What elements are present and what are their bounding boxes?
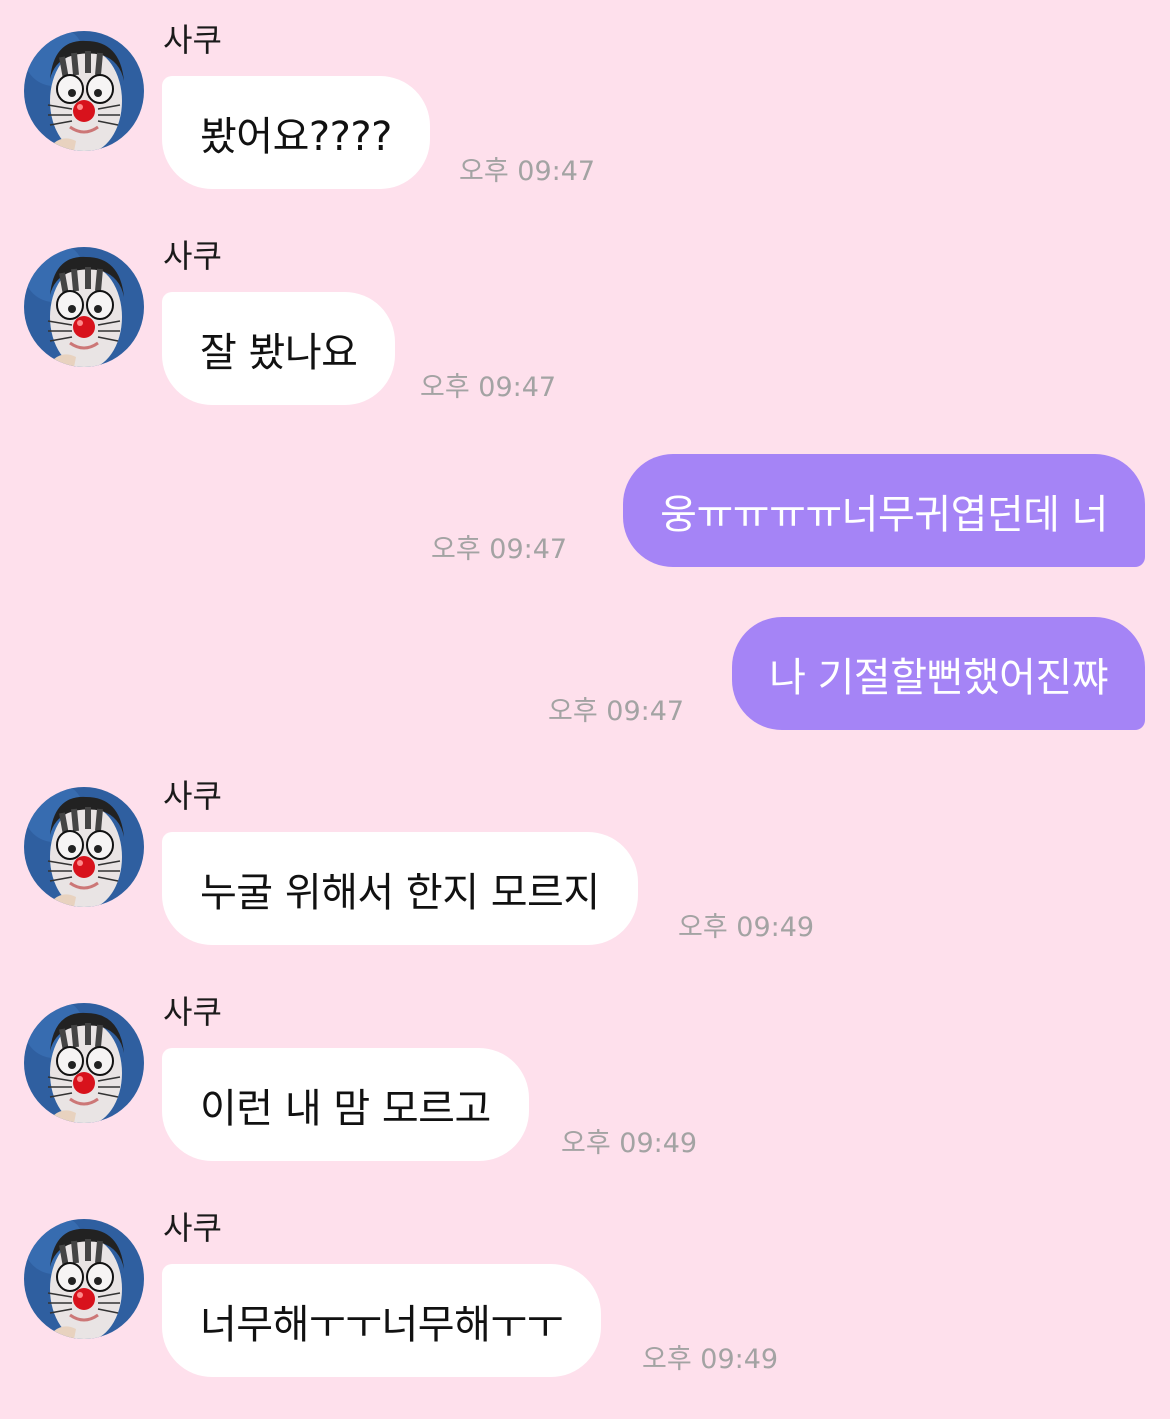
incoming-bubble[interactable]: 봤어요???? — [162, 76, 430, 189]
sender-name: 사쿠 — [163, 1209, 222, 1247]
incoming-bubble[interactable]: 잘 봤나요 — [162, 292, 396, 405]
message-text: 잘 봤나요 — [200, 329, 358, 376]
clown-nose-avatar-icon — [24, 1219, 144, 1339]
sender-name: 사쿠 — [163, 21, 222, 59]
message-time: 오후 09:47 — [420, 372, 557, 403]
message-text: 나 기절할뻔했어진쨔 — [769, 654, 1108, 701]
clown-nose-avatar-icon — [24, 1003, 144, 1123]
message-time: 오후 09:47 — [459, 156, 596, 187]
sender-name: 사쿠 — [163, 993, 222, 1031]
incoming-bubble[interactable]: 누굴 위해서 한지 모르지 — [162, 832, 638, 945]
message-time: 오후 09:47 — [548, 696, 685, 727]
message-time: 오후 09:49 — [561, 1128, 698, 1159]
sender-name: 사쿠 — [163, 237, 222, 275]
message-text: 이런 내 맘 모르고 — [200, 1085, 491, 1132]
message-text: 누굴 위해서 한지 모르지 — [200, 869, 600, 916]
sender-avatar[interactable] — [24, 31, 144, 151]
message-text: 너무해ㅜㅜ너무해ㅜㅜ — [200, 1301, 564, 1348]
message-time: 오후 09:49 — [642, 1344, 779, 1375]
sender-avatar[interactable] — [24, 1219, 144, 1339]
outgoing-bubble[interactable]: 웅ㅠㅠㅠㅠ너무귀엽던데 너 — [623, 454, 1145, 567]
incoming-bubble[interactable]: 이런 내 맘 모르고 — [162, 1048, 529, 1161]
message-text: 봤어요???? — [200, 113, 392, 160]
clown-nose-avatar-icon — [24, 787, 144, 907]
message-time: 오후 09:49 — [678, 912, 815, 943]
outgoing-bubble[interactable]: 나 기절할뻔했어진쨔 — [732, 617, 1145, 730]
message-text: 웅ㅠㅠㅠㅠ너무귀엽던데 너 — [660, 491, 1108, 538]
incoming-bubble[interactable]: 너무해ㅜㅜ너무해ㅜㅜ — [162, 1264, 601, 1377]
clown-nose-avatar-icon — [24, 247, 144, 367]
message-time: 오후 09:47 — [431, 534, 568, 565]
clown-nose-avatar-icon — [24, 31, 144, 151]
sender-avatar[interactable] — [24, 247, 144, 367]
sender-avatar[interactable] — [24, 787, 144, 907]
sender-name: 사쿠 — [163, 777, 222, 815]
sender-avatar[interactable] — [24, 1003, 144, 1123]
